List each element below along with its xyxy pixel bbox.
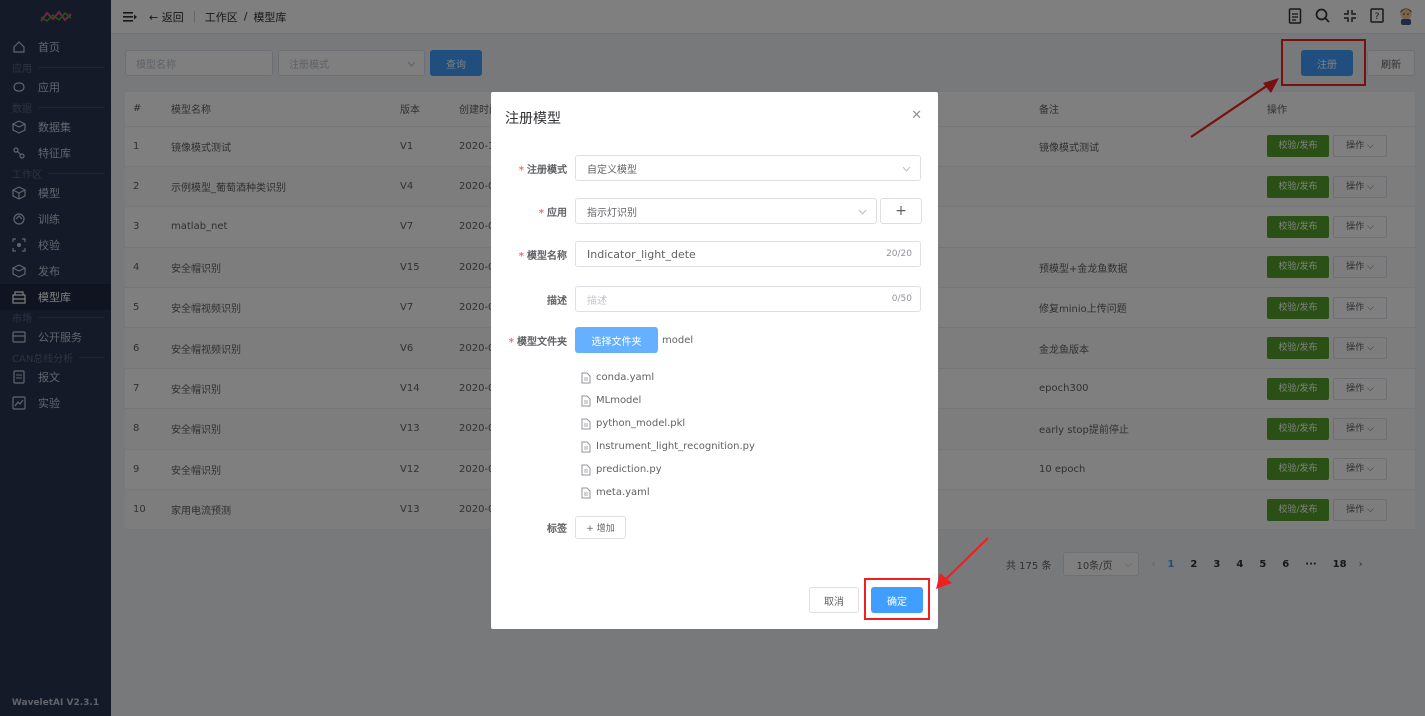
name-label: 模型名称 bbox=[527, 250, 567, 262]
file-icon bbox=[581, 487, 591, 499]
arrow-confirm-icon bbox=[936, 537, 989, 589]
file-name: meta.yaml bbox=[596, 487, 650, 498]
file-list: conda.yaml MLmodel python_model.pkl Instrum… bbox=[581, 366, 755, 504]
register-mode-field[interactable]: 自定义模型 bbox=[575, 155, 921, 181]
folder-label: 模型文件夹 bbox=[517, 336, 567, 348]
file-item: python_model.pkl bbox=[581, 412, 755, 435]
description-placeholder: 描述 bbox=[587, 295, 607, 307]
form-row-name: * 模型名称 Indicator_light_dete 20/20 bbox=[491, 241, 938, 267]
app-select[interactable]: 指示灯识别 bbox=[575, 198, 877, 224]
chevron-down-icon bbox=[858, 207, 867, 218]
name-label-wrap: * 模型名称 bbox=[491, 247, 575, 262]
add-tag-button[interactable]: + 增加 bbox=[575, 516, 626, 539]
required-mark: * bbox=[508, 336, 514, 348]
mode-label: 注册模式 bbox=[527, 164, 567, 176]
file-name: MLmodel bbox=[596, 395, 642, 406]
form-row-tags: 标签 + 增加 bbox=[491, 516, 938, 539]
highlight-confirm bbox=[864, 578, 930, 620]
required-mark: * bbox=[538, 207, 544, 219]
file-name: prediction.py bbox=[596, 464, 662, 475]
model-name-input[interactable]: Indicator_light_dete 20/20 bbox=[575, 241, 921, 267]
app-label-wrap: * 应用 bbox=[491, 204, 575, 219]
close-icon[interactable]: ✕ bbox=[911, 108, 922, 123]
add-app-button[interactable]: + bbox=[880, 198, 922, 224]
file-name: python_model.pkl bbox=[596, 418, 686, 429]
form-row-folder: * 模型文件夹 选择文件夹 model bbox=[491, 327, 938, 353]
desc-char-count: 0/50 bbox=[891, 294, 912, 304]
desc-label-wrap: 描述 bbox=[491, 292, 575, 307]
file-name: conda.yaml bbox=[596, 372, 655, 383]
description-textarea[interactable]: 描述 0/50 bbox=[575, 286, 921, 312]
file-item: meta.yaml bbox=[581, 481, 755, 504]
register-mode-value: 自定义模型 bbox=[587, 164, 637, 176]
selected-folder-name: model bbox=[662, 334, 694, 346]
file-item: MLmodel bbox=[581, 389, 755, 412]
model-name-value: Indicator_light_dete bbox=[587, 247, 696, 261]
chevron-down-icon bbox=[902, 164, 911, 175]
name-char-count: 20/20 bbox=[886, 249, 912, 259]
required-mark: * bbox=[518, 250, 524, 262]
cancel-button[interactable]: 取消 bbox=[809, 587, 859, 613]
file-icon bbox=[581, 372, 591, 384]
mode-label-wrap: * 注册模式 bbox=[491, 161, 575, 176]
file-icon bbox=[581, 441, 591, 453]
form-row-mode: * 注册模式 自定义模型 bbox=[491, 155, 938, 181]
file-name: Instrument_light_recognition.py bbox=[596, 441, 755, 452]
tags-label-wrap: 标签 bbox=[491, 520, 575, 535]
file-item: Instrument_light_recognition.py bbox=[581, 435, 755, 458]
file-item: conda.yaml bbox=[581, 366, 755, 389]
tags-label: 标签 bbox=[547, 524, 567, 535]
folder-label-wrap: * 模型文件夹 bbox=[491, 333, 575, 348]
file-icon bbox=[581, 418, 591, 430]
file-item: prediction.py bbox=[581, 458, 755, 481]
dialog-title: 注册模型 bbox=[505, 111, 561, 127]
file-icon bbox=[581, 395, 591, 407]
app-label: 应用 bbox=[547, 207, 567, 219]
form-row-desc: 描述 描述 0/50 bbox=[491, 286, 938, 312]
form-row-app: * 应用 指示灯识别 + bbox=[491, 198, 938, 224]
app-value: 指示灯识别 bbox=[587, 207, 637, 219]
select-folder-button[interactable]: 选择文件夹 bbox=[575, 327, 658, 353]
file-icon bbox=[581, 464, 591, 476]
required-mark: * bbox=[518, 164, 524, 176]
desc-label: 描述 bbox=[547, 295, 567, 307]
register-model-dialog: 注册模型 ✕ * 注册模式 自定义模型 * 应用 指示灯识别 + * 模型名称 Ind… bbox=[491, 92, 938, 629]
